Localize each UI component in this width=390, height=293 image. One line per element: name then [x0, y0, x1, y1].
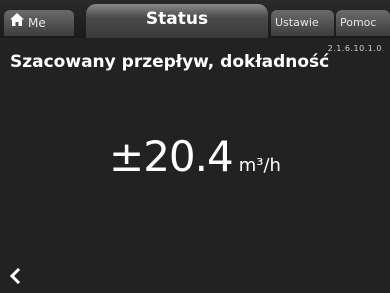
tab-status[interactable]: Status	[86, 4, 268, 38]
page-title: Szacowany przepływ, dokładność	[10, 52, 330, 72]
screen-id: 2.1.6.10.1.0	[327, 44, 382, 53]
tab-menu-label: Me	[28, 16, 46, 30]
tab-settings-label: Ustawie	[275, 16, 319, 29]
back-chevron-icon	[8, 267, 22, 288]
tab-menu[interactable]: Me	[4, 10, 74, 36]
value-display: ±20.4 m³/h	[0, 132, 390, 181]
tab-status-label: Status	[145, 9, 209, 29]
tab-help[interactable]: Pomoc	[336, 10, 390, 36]
display-screen: Me Status Ustawie Pomoc 2.1.6.10.1.0 Sza…	[0, 0, 390, 293]
flow-unit: m³/h	[238, 155, 281, 176]
tab-settings[interactable]: Ustawie	[271, 10, 334, 36]
back-button[interactable]	[8, 267, 28, 288]
tab-help-label: Pomoc	[340, 16, 377, 29]
home-icon	[10, 10, 24, 35]
flow-accuracy-value: ±20.4	[109, 132, 234, 181]
tab-bar: Me Status Ustawie Pomoc	[0, 0, 390, 38]
